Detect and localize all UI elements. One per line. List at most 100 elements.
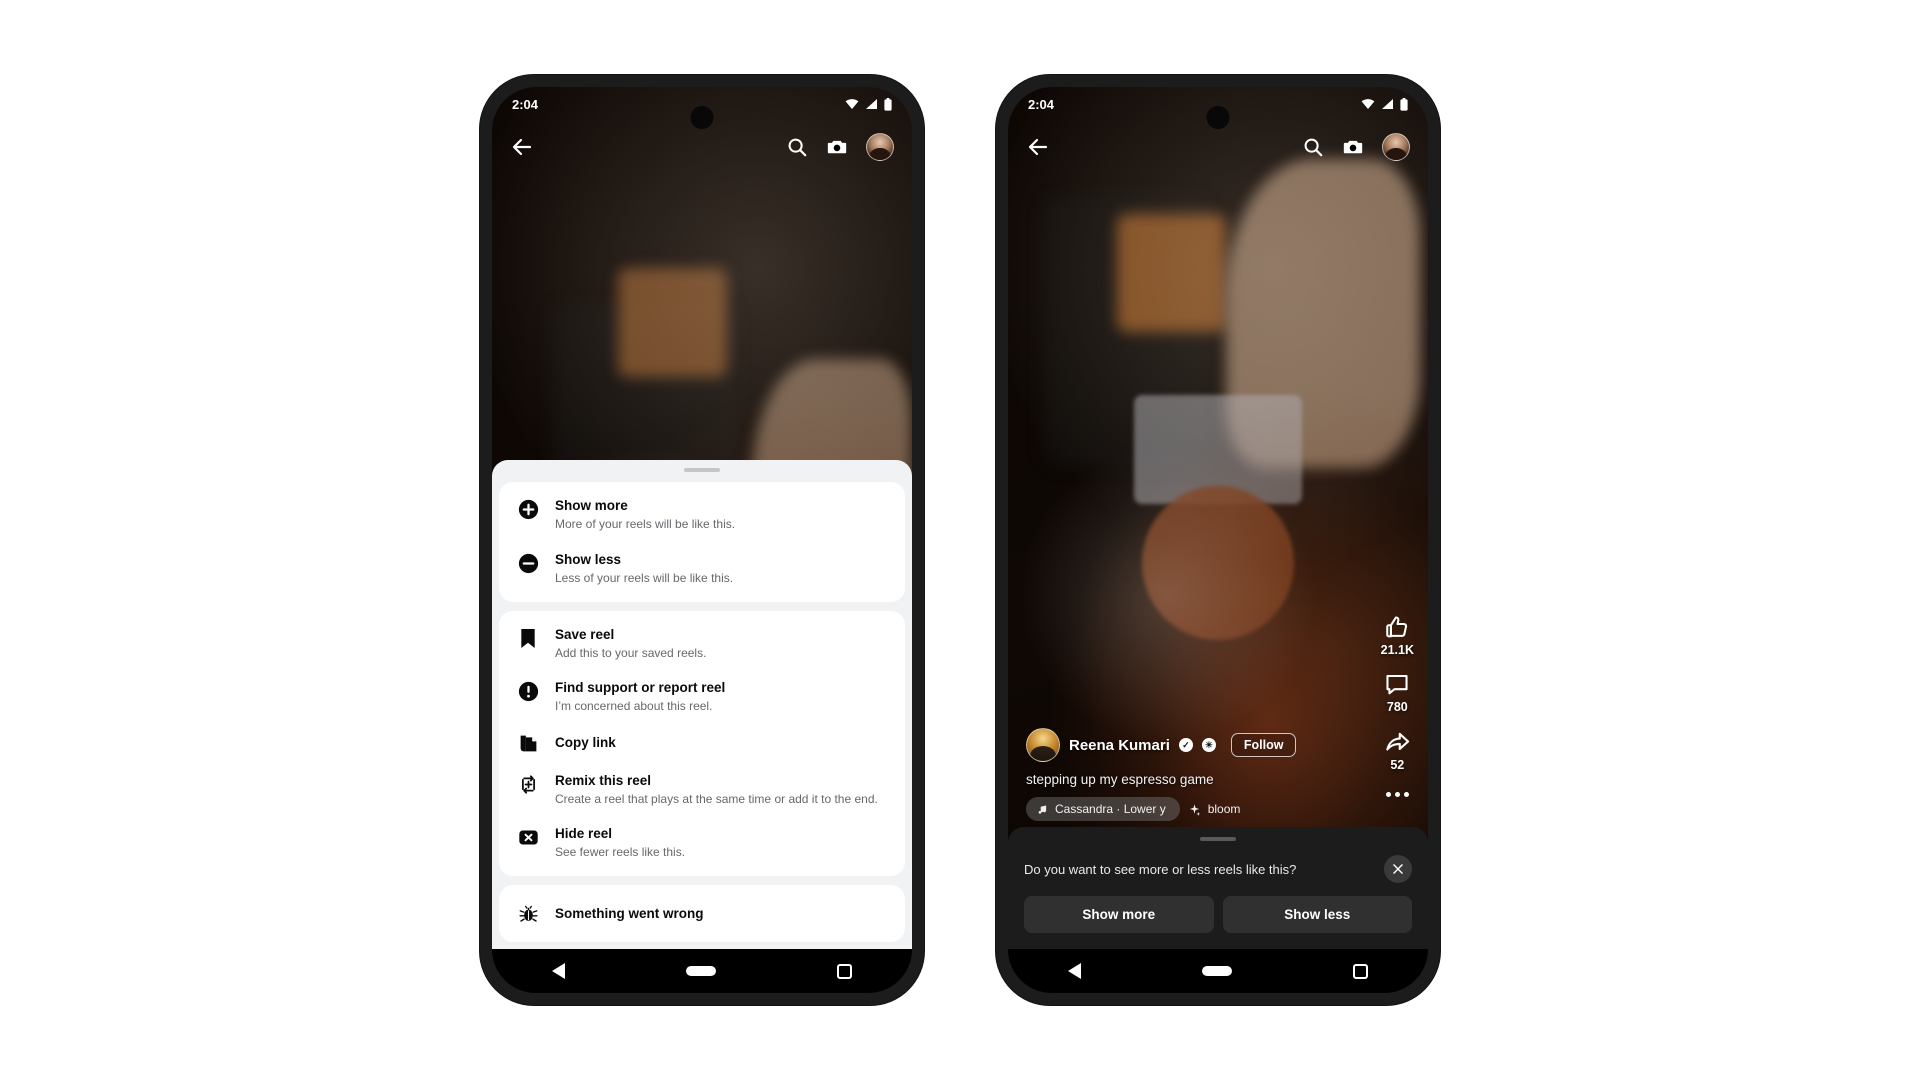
thumbs-up-icon <box>1386 616 1408 638</box>
reel-caption: stepping up my espresso game <box>1026 772 1214 787</box>
reel-feedback-prompt: Do you want to see more or less reels li… <box>1008 827 1428 949</box>
copy-link-icon <box>517 733 539 754</box>
wifi-icon <box>845 99 859 109</box>
top-nav-bar <box>492 123 912 171</box>
reel-meta-overlay: Reena Kumari ✓ ☀ Follow stepping up my e… <box>1008 728 1428 821</box>
menu-item-title: Save reel <box>555 626 615 642</box>
bookmark-icon <box>517 628 539 649</box>
like-action[interactable]: 21.1K <box>1381 614 1414 657</box>
status-time: 2:04 <box>512 96 539 112</box>
menu-item-title: Show more <box>555 498 628 514</box>
menu-item-subtitle: Add this to your saved reels. <box>555 645 707 660</box>
more-dots-icon[interactable] <box>1385 792 1409 797</box>
bug-icon <box>517 903 539 924</box>
remix-icon <box>517 774 539 795</box>
wifi-icon <box>1361 99 1375 109</box>
signal-icon <box>866 99 877 109</box>
reel-chips: Cassandra · Lower y bloom <box>1026 797 1412 821</box>
sheet-drag-handle[interactable] <box>684 468 720 473</box>
share-arrow-icon <box>1386 732 1409 751</box>
menu-item-title: Hide reel <box>555 826 613 842</box>
menu-item-hide-reel[interactable]: Hide reel See fewer reels like this. <box>499 816 905 870</box>
nav-home-icon[interactable] <box>1201 966 1232 976</box>
nav-back-icon[interactable] <box>1068 963 1082 979</box>
menu-item-subtitle: Less of your reels will be like this. <box>555 571 734 586</box>
phone-left-screen: 2:04 Show more More of your reels will b… <box>492 87 912 993</box>
status-time: 2:04 <box>1028 96 1055 112</box>
menu-item-text: Something went wrong <box>555 905 704 923</box>
profile-avatar[interactable] <box>866 133 894 161</box>
share-action[interactable]: 52 <box>1384 728 1411 772</box>
menu-item-subtitle: I’m concerned about this reel. <box>555 699 713 714</box>
top-nav-bar <box>1008 123 1428 171</box>
menu-item-copy-link[interactable]: Copy link <box>499 724 905 763</box>
menu-item-title: Something went wrong <box>555 905 704 921</box>
nav-home-icon[interactable] <box>685 966 716 976</box>
menu-item-title: Remix this reel <box>555 772 652 788</box>
menu-item-show-more[interactable]: Show more More of your reels will be lik… <box>499 488 905 542</box>
camera-icon[interactable] <box>826 136 848 158</box>
avatar[interactable] <box>1026 728 1060 762</box>
author-name[interactable]: Reena Kumari <box>1069 737 1170 754</box>
prompt-question: Do you want to see more or less reels li… <box>1024 861 1297 877</box>
menu-item-text: Show less Less of your reels will be lik… <box>555 551 733 587</box>
menu-item-show-less[interactable]: Show less Less of your reels will be lik… <box>499 542 905 596</box>
camera-punch-hole <box>1206 106 1230 129</box>
menu-item-text: Remix this reel Create a reel that plays… <box>555 772 878 808</box>
sparkle-icon <box>1189 803 1200 816</box>
back-arrow-icon[interactable] <box>1026 135 1050 159</box>
exclamation-circle-icon <box>517 681 539 702</box>
nav-recents-icon[interactable] <box>1352 963 1368 979</box>
hide-x-icon <box>517 827 539 848</box>
like-count: 21.1K <box>1380 643 1414 657</box>
menu-item-text: Show more More of your reels will be lik… <box>555 497 735 533</box>
phone-right-screen: 2:04 21.1K 780 52 Reena Kumari ✓ ☀ Follo… <box>1008 87 1428 993</box>
close-icon[interactable] <box>1384 855 1412 883</box>
sheet-group-report-problem: Something went wrong <box>499 885 905 942</box>
prompt-header: Do you want to see more or less reels li… <box>1024 855 1412 883</box>
camera-icon[interactable] <box>1342 136 1364 158</box>
effect-chip[interactable]: bloom <box>1188 797 1255 821</box>
menu-item-remix-this-reel[interactable]: Remix this reel Create a reel that plays… <box>499 763 905 817</box>
reel-action-rail: 21.1K 780 52 <box>1381 614 1414 797</box>
prompt-drag-handle[interactable] <box>1200 837 1236 841</box>
signal-icon <box>1382 99 1393 109</box>
back-arrow-icon[interactable] <box>510 135 534 159</box>
verified-check-icon: ✓ <box>1178 738 1193 752</box>
reel-options-bottom-sheet: Show more More of your reels will be lik… <box>492 460 912 949</box>
search-icon[interactable] <box>1302 136 1324 158</box>
top-nav-actions <box>786 133 894 161</box>
nav-recents-icon[interactable] <box>836 963 852 979</box>
minus-circle-icon <box>517 553 539 574</box>
comment-action[interactable]: 780 <box>1384 671 1410 714</box>
menu-item-text: Find support or report reel I’m concerne… <box>555 679 725 715</box>
comment-icon <box>1386 674 1408 695</box>
show-less-button[interactable]: Show less <box>1222 896 1412 933</box>
profile-avatar[interactable] <box>1382 133 1410 161</box>
plus-circle-icon <box>517 499 539 520</box>
top-nav-actions <box>1302 133 1410 161</box>
prompt-buttons: Show more Show less <box>1024 896 1412 933</box>
music-chip-label: Cassandra · Lower y <box>1055 802 1166 816</box>
menu-item-title: Copy link <box>555 735 616 751</box>
status-icons <box>845 97 892 111</box>
android-nav-bar <box>492 949 912 993</box>
battery-icon <box>1400 97 1408 111</box>
menu-item-title: Find support or report reel <box>555 680 726 696</box>
follow-button[interactable]: Follow <box>1230 733 1297 757</box>
sheet-group-actions: Save reel Add this to your saved reels. … <box>499 610 905 876</box>
menu-item-subtitle: More of your reels will be like this. <box>555 517 736 532</box>
search-icon[interactable] <box>786 136 808 158</box>
camera-punch-hole <box>690 106 714 129</box>
effect-chip-label: bloom <box>1207 802 1241 816</box>
music-chip[interactable]: Cassandra · Lower y <box>1026 797 1180 821</box>
menu-item-save-reel[interactable]: Save reel Add this to your saved reels. <box>499 617 905 671</box>
menu-item-something-went-wrong[interactable]: Something went wrong <box>499 891 905 936</box>
menu-item-find-support-or-report[interactable]: Find support or report reel I’m concerne… <box>499 670 905 724</box>
sheet-group-feedback: Show more More of your reels will be lik… <box>499 482 905 602</box>
nav-back-icon[interactable] <box>552 963 566 979</box>
show-more-button[interactable]: Show more <box>1024 896 1214 933</box>
reel-author-row: Reena Kumari ✓ ☀ Follow <box>1026 728 1412 762</box>
comment-count: 780 <box>1386 700 1408 714</box>
music-note-icon <box>1038 805 1047 814</box>
